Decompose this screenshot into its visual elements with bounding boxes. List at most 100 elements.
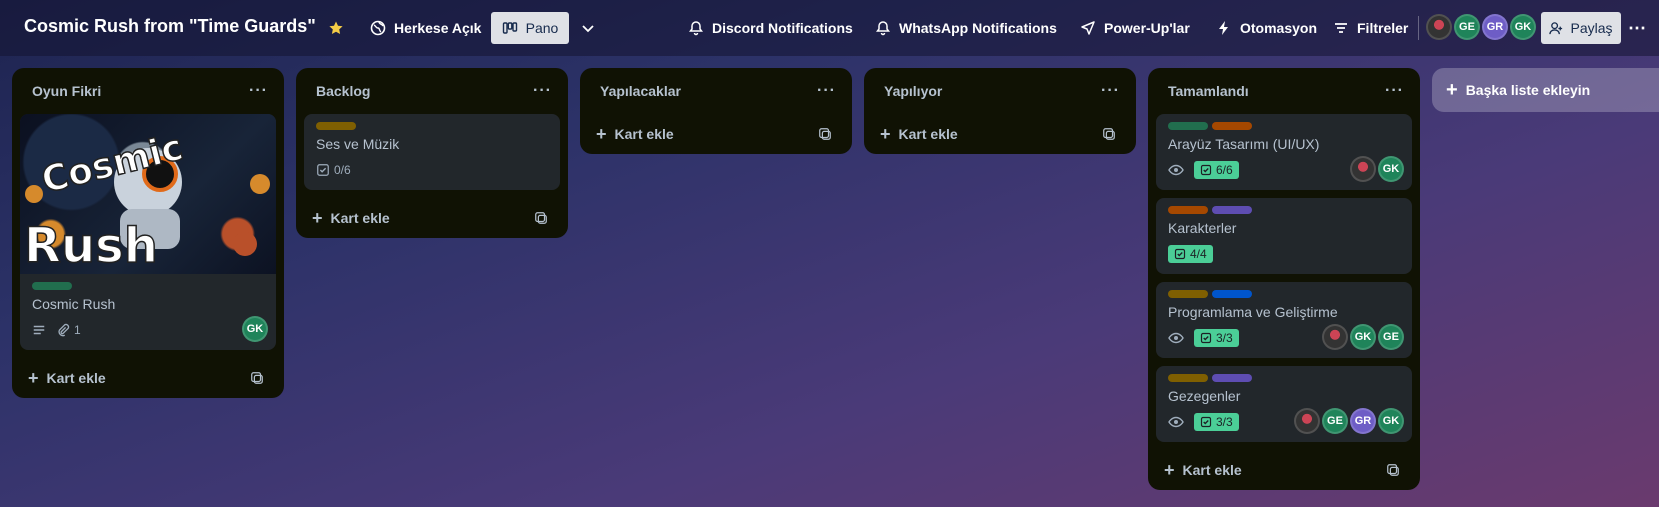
share-button[interactable]: Paylaş [1541,12,1621,44]
card-ses-ve-muzik[interactable]: Ses ve Müzik 0/6 [304,114,560,190]
card-label[interactable] [316,122,356,130]
add-card-button[interactable]: + Kart ekle [296,198,568,238]
list-menu-icon[interactable]: ··· [249,82,268,100]
list-header: Yapılacaklar ··· [580,68,852,114]
checklist-badge: 4/4 [1168,245,1213,263]
avatar[interactable]: GK [1378,408,1404,434]
checklist-count: 6/6 [1216,163,1233,177]
card-badges: 1 [32,318,264,342]
view-label: Pano [525,20,559,36]
card-karakterler[interactable]: Karakterler 4/4 [1156,198,1412,274]
automation-button[interactable]: Otomasyon [1216,12,1317,44]
board-title[interactable]: Cosmic Rush from "Time Guards" [24,16,316,37]
card-labels [1168,374,1400,382]
filters-label: Filtreler [1357,20,1409,36]
rocket-icon [1081,21,1095,35]
paperclip-icon [58,323,70,337]
card-label[interactable] [32,282,72,290]
avatar[interactable]: GE [1378,324,1404,350]
avatar[interactable]: GE [1322,408,1348,434]
avatar[interactable]: GR [1350,408,1376,434]
visibility-button[interactable]: Herkese Açık [370,12,481,44]
board-icon [502,22,517,34]
template-icon[interactable] [818,127,832,141]
powerups-label: Power-Up'lar [1104,20,1190,36]
list-tamamlandi: Tamamlandı ··· Arayüz Tasarımı (UI/UX) 6… [1148,68,1420,490]
template-icon[interactable] [534,211,548,225]
add-card-button[interactable]: + Kart ekle [864,114,1136,154]
filters-button[interactable]: Filtreler [1333,12,1408,44]
attachment-badge: 1 [56,323,81,337]
list-title[interactable]: Yapılacaklar [600,83,681,99]
avatar[interactable] [1426,14,1452,40]
list-title[interactable]: Yapılıyor [884,83,942,99]
card-label[interactable] [1212,122,1252,130]
card-members: GK GE [1322,324,1404,350]
card-label[interactable] [1168,290,1208,298]
list-title[interactable]: Backlog [316,83,370,99]
card-label[interactable] [1212,290,1252,298]
list-header: Yapılıyor ··· [864,68,1136,114]
eye-icon [1168,164,1184,176]
card-label[interactable] [1168,374,1208,382]
add-card-button[interactable]: + Kart ekle [580,114,852,154]
card-label[interactable] [1212,206,1252,214]
description-badge [32,323,46,337]
avatar[interactable] [1350,156,1376,182]
avatar[interactable]: GK [242,316,268,342]
plus-icon: + [1446,78,1458,101]
checklist-icon [317,164,329,176]
whatsapp-label: WhatsApp Notifications [899,20,1057,36]
list-title[interactable]: Tamamlandı [1168,83,1249,99]
eye-icon [1168,416,1184,428]
view-switch-button[interactable]: Pano [491,12,569,44]
card-label[interactable] [1168,206,1208,214]
template-icon[interactable] [1102,127,1116,141]
card-label[interactable] [1212,374,1252,382]
card-gezegenler[interactable]: Gezegenler 3/3 GE GR GK [1156,366,1412,442]
checklist-icon [1174,248,1186,260]
list-menu-icon[interactable]: ··· [1101,82,1120,100]
star-button[interactable] [328,12,344,44]
list-menu-icon[interactable]: ··· [533,82,552,100]
globe-icon [370,20,386,36]
template-icon[interactable] [1386,463,1400,477]
list-menu-icon[interactable]: ··· [1385,82,1404,100]
avatar[interactable]: GK [1510,14,1536,40]
lightning-icon [1219,21,1228,35]
header-divider [1418,16,1419,40]
avatar[interactable]: GK [1350,324,1376,350]
avatar[interactable] [1294,408,1320,434]
template-icon[interactable] [250,371,264,385]
checklist-count: 3/3 [1216,331,1233,345]
card-badges: 4/4 [1168,242,1400,266]
avatar[interactable] [1322,324,1348,350]
board-menu-button[interactable]: ⋯ [1628,12,1646,44]
whatsapp-notifications-button[interactable]: WhatsApp Notifications [875,12,1057,44]
add-list-button[interactable]: + Başka liste ekleyin [1432,68,1659,112]
add-card-button[interactable]: + Kart ekle [12,358,284,398]
card-label[interactable] [1168,122,1208,130]
add-card-label: Kart ekle [46,370,106,386]
bell-icon [689,21,703,36]
card-cover-image: Cosmic Rush [20,114,276,274]
checklist-badge: 3/3 [1194,329,1239,347]
checklist-count: 3/3 [1216,415,1233,429]
avatar[interactable]: GE [1454,14,1480,40]
powerups-button[interactable]: Power-Up'lar [1080,12,1190,44]
add-card-button[interactable]: + Kart ekle [1148,450,1420,490]
card-title: Ses ve Müzik [316,136,400,152]
avatar[interactable]: GR [1482,14,1508,40]
card-cosmic-rush[interactable]: Cosmic Rush Cosmic Rush 1 GK [20,114,276,350]
list-title[interactable]: Oyun Fikri [32,83,101,99]
card-badges: 0/6 [316,158,548,182]
view-dropdown-button[interactable] [580,12,596,44]
discord-notifications-button[interactable]: Discord Notifications [688,12,853,44]
list-menu-icon[interactable]: ··· [817,82,836,100]
card-labels [1168,206,1400,214]
card-programlama[interactable]: Programlama ve Geliştirme 3/3 GK GE [1156,282,1412,358]
avatar[interactable]: GK [1378,156,1404,182]
card-title: Programlama ve Geliştirme [1168,304,1338,320]
card-arayuz-tasarimi[interactable]: Arayüz Tasarımı (UI/UX) 6/6 GK [1156,114,1412,190]
card-title: Cosmic Rush [32,296,116,312]
